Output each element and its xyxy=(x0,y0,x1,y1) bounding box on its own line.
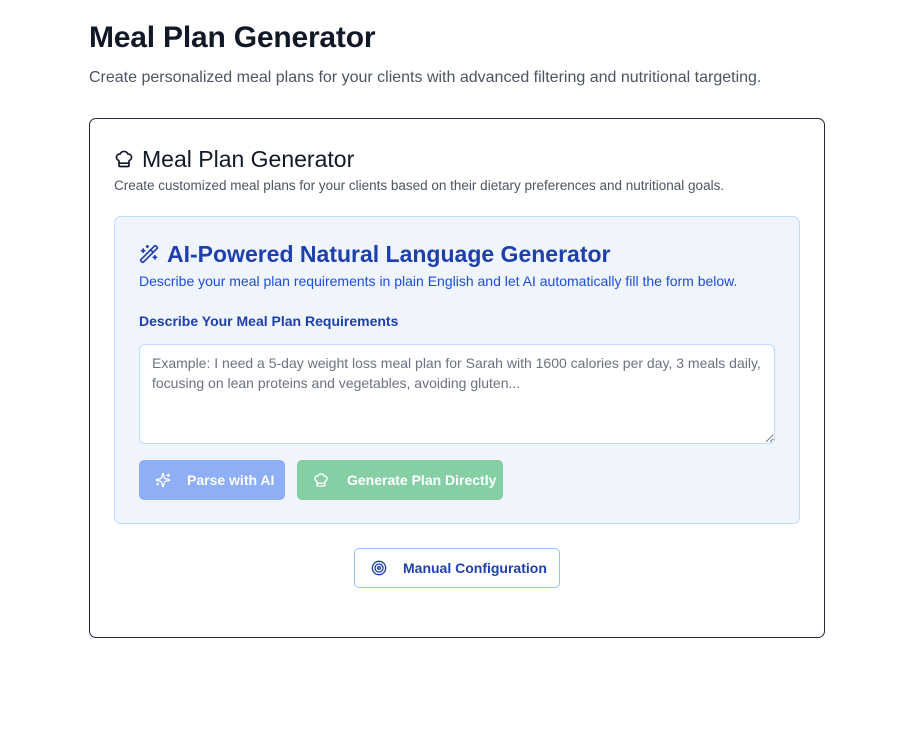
chef-hat-icon xyxy=(313,472,329,488)
target-icon xyxy=(371,560,387,576)
generate-button-label: Generate Plan Directly xyxy=(347,472,497,488)
card-header: Meal Plan Generator xyxy=(114,145,800,173)
ai-panel-header: AI-Powered Natural Language Generator xyxy=(139,239,775,269)
ai-panel-description: Describe your meal plan requirements in … xyxy=(139,273,738,289)
ai-panel-title: AI-Powered Natural Language Generator xyxy=(167,241,611,267)
requirements-field-label: Describe Your Meal Plan Requirements xyxy=(139,313,399,329)
magic-wand-icon xyxy=(139,244,159,264)
meal-plan-page: Meal Plan Generator Create personalized … xyxy=(0,0,917,753)
ai-action-buttons: Parse with AI Generate Plan Directly xyxy=(139,460,775,500)
card-title: Meal Plan Generator xyxy=(142,146,355,172)
page-subtitle: Create personalized meal plans for your … xyxy=(89,69,762,86)
parse-with-ai-button[interactable]: Parse with AI xyxy=(139,460,285,500)
manual-config-wrapper: Manual Configuration xyxy=(114,548,800,588)
manual-button-label: Manual Configuration xyxy=(403,560,547,576)
requirements-textarea[interactable] xyxy=(139,344,775,444)
card-description: Create customized meal plans for your cl… xyxy=(114,178,725,193)
ai-generator-panel: AI-Powered Natural Language Generator De… xyxy=(114,216,800,524)
manual-configuration-button[interactable]: Manual Configuration xyxy=(354,548,560,588)
page-title: Meal Plan Generator xyxy=(89,21,376,54)
chef-hat-icon xyxy=(114,149,134,169)
meal-plan-card: Meal Plan Generator Create customized me… xyxy=(89,118,825,638)
parse-button-label: Parse with AI xyxy=(187,472,275,488)
generate-plan-directly-button[interactable]: Generate Plan Directly xyxy=(297,460,503,500)
sparkles-icon xyxy=(155,472,171,488)
